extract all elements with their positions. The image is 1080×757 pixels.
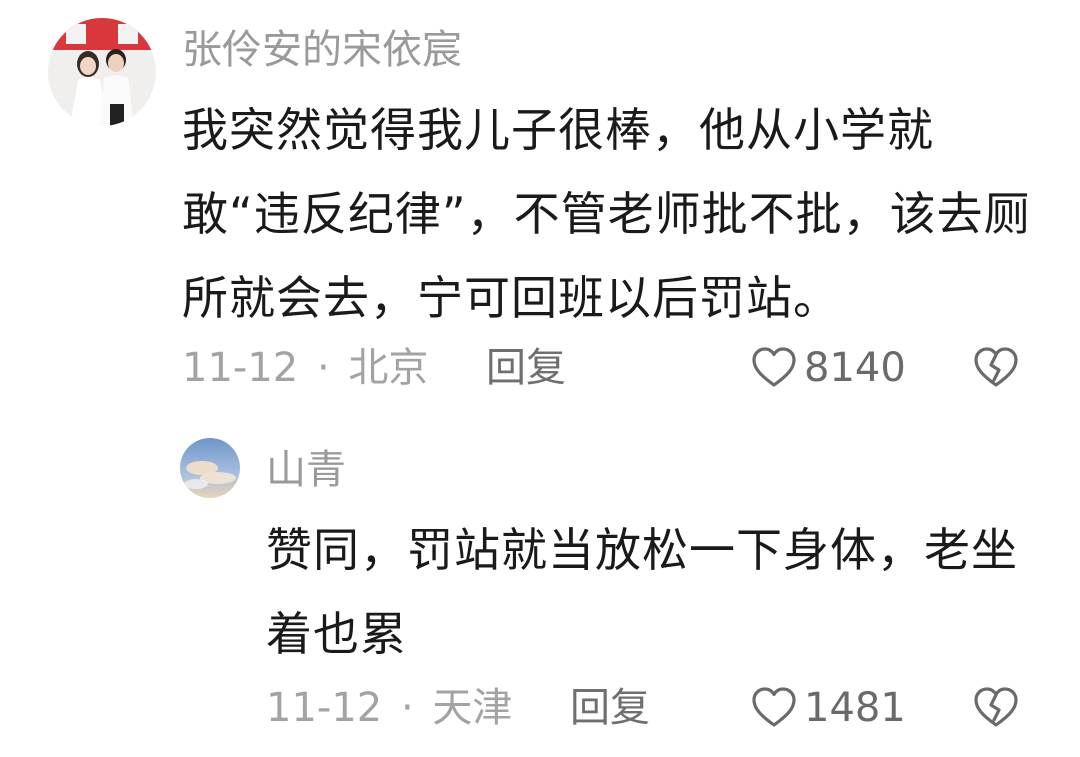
like-button[interactable]: 1481 — [750, 684, 906, 732]
avatar-couple-photo-icon — [48, 18, 156, 126]
comment-date: 11-12 — [182, 345, 299, 391]
dislike-button[interactable] — [972, 684, 1020, 732]
like-count: 1481 — [804, 685, 906, 731]
username[interactable]: 山青 — [266, 446, 346, 494]
heart-outline-icon — [752, 347, 796, 387]
comment-text: 我突然觉得我儿子很棒，他从小学就敢“违反纪律”，不管老师批不批，该去厕所就会去，… — [182, 103, 1031, 325]
avatar[interactable] — [180, 438, 240, 498]
reply-button[interactable]: 回复 — [570, 684, 650, 732]
meta-separator: · — [400, 685, 414, 731]
username[interactable]: 张伶安的宋依宸 — [182, 26, 462, 74]
comment-location: 天津 — [432, 685, 513, 731]
dislike-button[interactable] — [972, 344, 1020, 392]
comment-location: 北京 — [348, 345, 429, 391]
meta-separator: · — [316, 345, 330, 391]
comment-date: 11-12 — [266, 685, 383, 731]
heart-outline-icon — [752, 687, 796, 727]
comment-text: 赞同，罚站就当放松一下身体，老坐着也累 — [266, 523, 1018, 661]
comment-meta: 11-12 · 北京 — [182, 344, 428, 392]
broken-heart-icon — [974, 347, 1018, 387]
like-button[interactable]: 8140 — [750, 344, 906, 392]
comment-meta: 11-12 · 天津 — [266, 684, 512, 732]
reply-button[interactable]: 回复 — [486, 344, 566, 392]
avatar-sky-clouds-icon — [180, 438, 240, 498]
avatar[interactable] — [48, 18, 156, 126]
like-count: 8140 — [804, 345, 906, 391]
broken-heart-icon — [974, 687, 1018, 727]
